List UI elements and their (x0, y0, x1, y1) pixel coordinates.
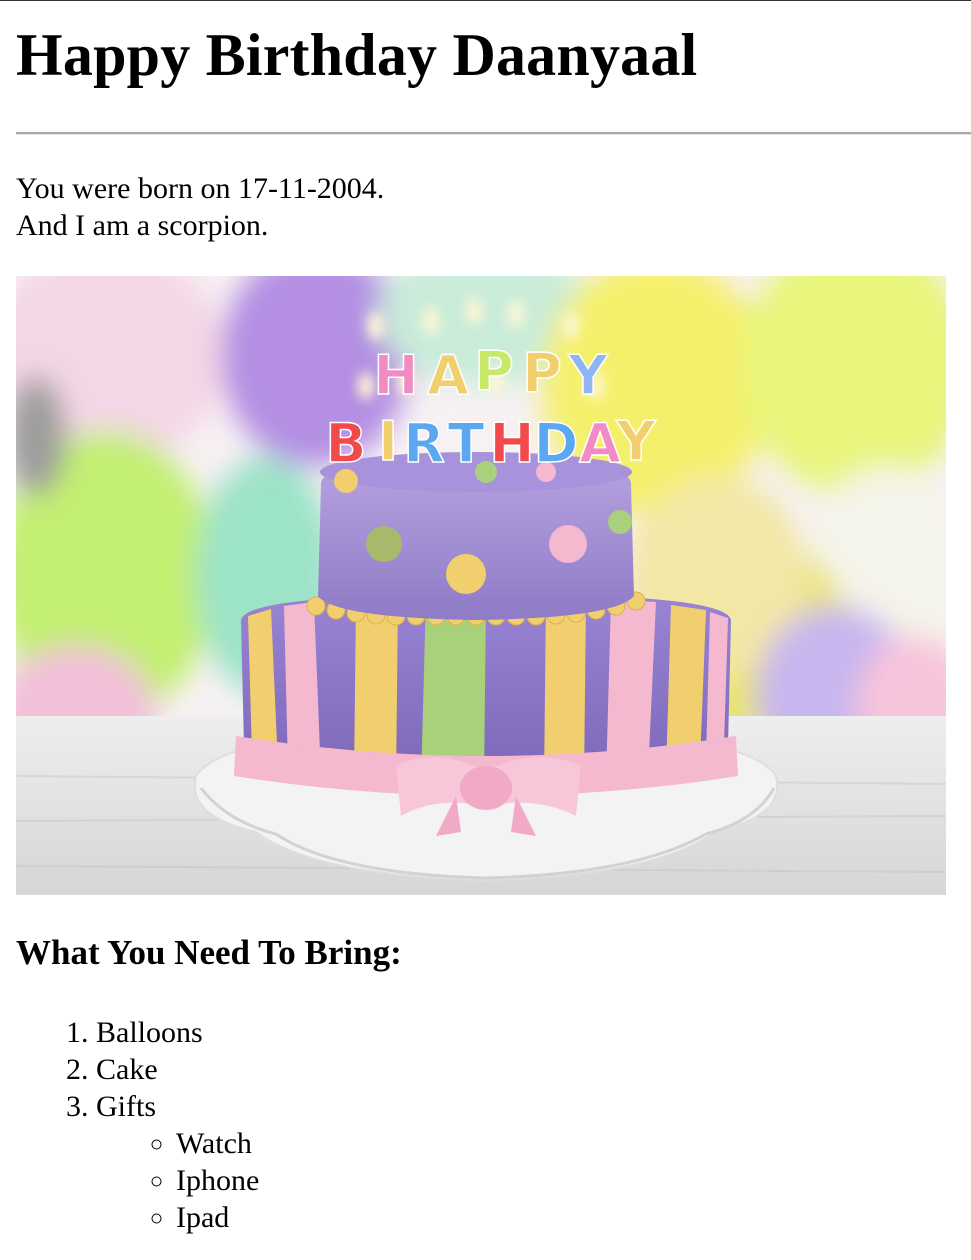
svg-text:H: H (489, 412, 534, 475)
list-item-label: Gifts (96, 1090, 156, 1123)
svg-text:P: P (522, 342, 562, 405)
list-item: Balloons (96, 1014, 259, 1051)
svg-text:H: H (373, 344, 418, 407)
svg-text:B: B (325, 412, 366, 475)
svg-text:Y: Y (615, 410, 656, 473)
svg-text:I: I (378, 410, 398, 473)
svg-text:R: R (403, 412, 445, 475)
sublist-item: Ipad (176, 1199, 259, 1236)
list-item-label: Cake (96, 1053, 158, 1086)
page-content: Happy Birthday Daanyaal You were born on… (16, 0, 971, 1234)
intro-paragraph: You were born on 17-11-2004. And I am a … (16, 170, 384, 244)
list-item-label: Balloons (96, 1016, 203, 1049)
zodiac-text: And I am a scorpion. (16, 209, 269, 242)
horizontal-rule (16, 132, 971, 135)
list-item: Cake (96, 1051, 259, 1088)
birth-date-text: You were born on 17-11-2004. (16, 172, 385, 205)
sublist-item: Iphone (176, 1162, 259, 1199)
page-title: Happy Birthday Daanyaal (16, 22, 698, 88)
svg-text:A: A (427, 344, 469, 407)
section-heading: What You Need To Bring: (16, 933, 402, 972)
gifts-sublist: Watch Iphone Ipad (96, 1125, 259, 1236)
bring-list: Balloons Cake Gifts Watch Iphone Ipad (16, 1014, 259, 1236)
svg-text:A: A (579, 412, 621, 475)
sublist-item: Watch (176, 1125, 259, 1162)
svg-text:T: T (448, 412, 485, 475)
svg-text:P: P (474, 340, 514, 403)
list-item: Gifts Watch Iphone Ipad (96, 1088, 259, 1236)
birthday-cake-image: H A P P Y B I R T H D A Y (16, 276, 946, 895)
svg-text:Y: Y (567, 344, 608, 407)
svg-text:D: D (534, 412, 579, 475)
